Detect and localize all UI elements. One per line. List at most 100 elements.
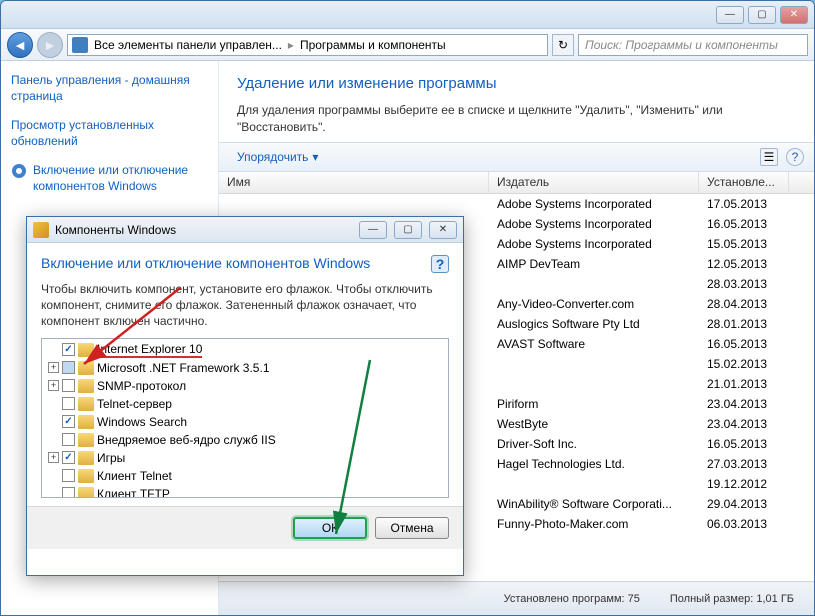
- features-tree[interactable]: Internet Explorer 10+Microsoft .NET Fram…: [41, 338, 449, 498]
- tree-item[interactable]: Внедряемое веб-ядро служб IIS: [44, 431, 446, 449]
- date-cell: 28.04.2013: [699, 297, 789, 311]
- titlebar: — ▢ ✕: [1, 1, 814, 29]
- tree-item[interactable]: Windows Search: [44, 413, 446, 431]
- dialog-close-button[interactable]: ✕: [429, 221, 457, 239]
- expander-icon: [48, 434, 59, 445]
- cancel-button[interactable]: Отмена: [375, 517, 449, 539]
- checkbox[interactable]: [62, 451, 75, 464]
- date-cell: 15.02.2013: [699, 357, 789, 371]
- ok-button[interactable]: ОК: [293, 517, 367, 539]
- tree-item[interactable]: + SNMP-протокол: [44, 377, 446, 395]
- publisher-cell: AVAST Software: [489, 337, 699, 351]
- date-cell: 23.04.2013: [699, 417, 789, 431]
- checkbox[interactable]: [62, 379, 75, 392]
- publisher-cell: Adobe Systems Incorporated: [489, 217, 699, 231]
- sidebar-features-label: Включение или отключение компонентов Win…: [33, 163, 208, 194]
- col-publisher[interactable]: Издатель: [489, 172, 699, 193]
- publisher-cell: Driver-Soft Inc.: [489, 437, 699, 451]
- search-input[interactable]: Поиск: Программы и компоненты: [578, 34, 808, 56]
- dialog-heading-row: Включение или отключение компонентов Win…: [41, 255, 449, 273]
- page-title: Удаление или изменение программы: [237, 75, 796, 92]
- publisher-cell: WinAbility® Software Corporati...: [489, 497, 699, 511]
- tree-item-label: Внедряемое веб-ядро служб IIS: [97, 433, 276, 447]
- dialog-maximize-button[interactable]: ▢: [394, 221, 422, 239]
- folder-icon: [78, 451, 94, 465]
- publisher-cell: AIMP DevTeam: [489, 257, 699, 271]
- date-cell: 21.01.2013: [699, 377, 789, 391]
- col-installed[interactable]: Установле...: [699, 172, 789, 193]
- address-bar[interactable]: Все элементы панели управлен... ▸ Програ…: [67, 34, 548, 56]
- publisher-cell: Hagel Technologies Ltd.: [489, 457, 699, 471]
- organize-button[interactable]: Упорядочить ▾: [229, 147, 326, 167]
- dialog-minimize-button[interactable]: —: [359, 221, 387, 239]
- expander-icon: [48, 416, 59, 427]
- toolbar: Упорядочить ▾ ☰ ?: [219, 142, 814, 172]
- tree-item-label: SNMP-протокол: [97, 379, 186, 393]
- folder-icon: [78, 343, 94, 357]
- tree-item[interactable]: Клиент Telnet: [44, 467, 446, 485]
- publisher-cell: Piriform: [489, 397, 699, 411]
- help-button[interactable]: ?: [786, 148, 804, 166]
- refresh-button[interactable]: ↻: [552, 34, 574, 56]
- date-cell: 28.03.2013: [699, 277, 789, 291]
- shield-icon: [11, 163, 27, 179]
- publisher-cell: Funny-Photo-Maker.com: [489, 517, 699, 531]
- date-cell: 15.05.2013: [699, 237, 789, 251]
- expander-icon[interactable]: +: [48, 362, 59, 373]
- folder-icon: [78, 415, 94, 429]
- tree-item-label: Internet Explorer 10: [97, 342, 202, 358]
- date-cell: 16.05.2013: [699, 217, 789, 231]
- statusbar: Установлено программ: 75 Полный размер: …: [219, 581, 814, 615]
- close-button[interactable]: ✕: [780, 6, 808, 24]
- date-cell: 17.05.2013: [699, 197, 789, 211]
- tree-item[interactable]: + Игры: [44, 449, 446, 467]
- breadcrumb-seg-1[interactable]: Все элементы панели управлен...: [94, 38, 282, 52]
- folder-icon: [78, 397, 94, 411]
- breadcrumb-seg-2[interactable]: Программы и компоненты: [300, 38, 446, 52]
- dialog-help-button[interactable]: ?: [431, 255, 449, 273]
- checkbox[interactable]: [62, 433, 75, 446]
- expander-icon[interactable]: +: [48, 380, 59, 391]
- date-cell: 16.05.2013: [699, 437, 789, 451]
- folder-icon: [78, 433, 94, 447]
- checkbox[interactable]: [62, 487, 75, 498]
- folder-icon: [78, 361, 94, 375]
- checkbox[interactable]: [62, 397, 75, 410]
- date-cell: 16.05.2013: [699, 337, 789, 351]
- sidebar-home-link[interactable]: Панель управления - домашняя страница: [11, 73, 208, 104]
- tree-item-label: Windows Search: [97, 415, 187, 429]
- page-description: Для удаления программы выберите ее в спи…: [237, 102, 796, 136]
- tree-item[interactable]: Клиент TFTP: [44, 485, 446, 498]
- publisher-cell: Auslogics Software Pty Ltd: [489, 317, 699, 331]
- date-cell: 12.05.2013: [699, 257, 789, 271]
- date-cell: 28.01.2013: [699, 317, 789, 331]
- maximize-button[interactable]: ▢: [748, 6, 776, 24]
- publisher-cell: WestByte: [489, 417, 699, 431]
- control-panel-icon: [72, 37, 88, 53]
- view-button[interactable]: ☰: [760, 148, 778, 166]
- column-headers: Имя Издатель Установле...: [219, 172, 814, 194]
- date-cell: 06.03.2013: [699, 517, 789, 531]
- tree-item-label: Игры: [97, 451, 125, 465]
- checkbox[interactable]: [62, 343, 75, 356]
- date-cell: 23.04.2013: [699, 397, 789, 411]
- publisher-cell: Adobe Systems Incorporated: [489, 197, 699, 211]
- table-row[interactable]: Adobe Systems Incorporated17.05.2013: [219, 194, 814, 214]
- tree-item[interactable]: Telnet-сервер: [44, 395, 446, 413]
- sidebar-features-link[interactable]: Включение или отключение компонентов Win…: [11, 163, 208, 194]
- tree-item[interactable]: +Microsoft .NET Framework 3.5.1: [44, 359, 446, 377]
- expander-icon[interactable]: +: [48, 452, 59, 463]
- forward-button[interactable]: ►: [37, 32, 63, 58]
- minimize-button[interactable]: —: [716, 6, 744, 24]
- tree-item[interactable]: Internet Explorer 10: [44, 341, 446, 359]
- expander-icon: [48, 488, 59, 498]
- navbar: ◄ ► Все элементы панели управлен... ▸ Пр…: [1, 29, 814, 61]
- sidebar-updates-link[interactable]: Просмотр установленных обновлений: [11, 118, 208, 149]
- checkbox[interactable]: [62, 469, 75, 482]
- checkbox[interactable]: [62, 415, 75, 428]
- back-button[interactable]: ◄: [7, 32, 33, 58]
- dialog-footer: ОК Отмена: [27, 506, 463, 549]
- col-name[interactable]: Имя: [219, 172, 489, 193]
- date-cell: 19.12.2012: [699, 477, 789, 491]
- checkbox[interactable]: [62, 361, 75, 374]
